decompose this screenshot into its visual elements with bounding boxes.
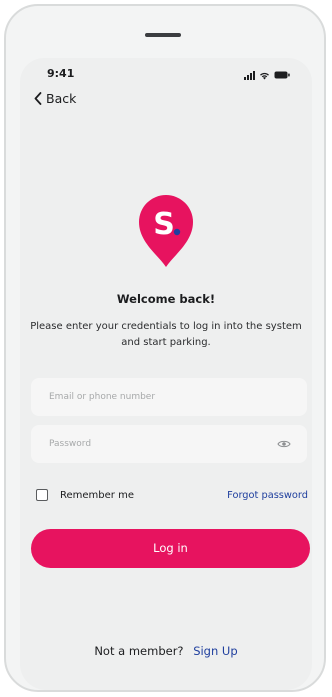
logo-letter: S xyxy=(153,207,175,242)
remember-label: Remember me xyxy=(60,489,134,501)
back-button[interactable]: Back xyxy=(34,91,76,106)
speaker-notch xyxy=(145,33,181,37)
welcome-title: Welcome back! xyxy=(116,292,216,306)
email-input[interactable] xyxy=(47,391,291,403)
chevron-left-icon xyxy=(34,92,42,105)
signal-icon xyxy=(244,70,255,80)
login-button[interactable]: Log in xyxy=(31,529,310,568)
status-time: 9:41 xyxy=(47,67,75,80)
remember-me[interactable]: Remember me xyxy=(36,489,134,501)
password-input[interactable] xyxy=(47,438,271,450)
back-label: Back xyxy=(46,91,77,106)
forgot-password-link[interactable]: Forgot password xyxy=(227,490,308,501)
wifi-icon xyxy=(260,72,269,79)
status-icons xyxy=(244,70,290,80)
battery-icon xyxy=(274,71,290,79)
app-logo: S xyxy=(139,195,193,267)
welcome-subtitle: Please enter your credentials to log in … xyxy=(30,321,302,348)
login-screen: 9:41 Back S Welcome back! Please enter y… xyxy=(20,58,312,690)
eye-icon[interactable] xyxy=(277,439,291,449)
signup-link[interactable]: Sign Up xyxy=(193,644,237,658)
remember-checkbox[interactable] xyxy=(36,489,48,501)
signup-prompt: Not a member? Sign Up xyxy=(20,644,312,658)
email-field[interactable] xyxy=(31,378,307,416)
password-field[interactable] xyxy=(31,425,307,463)
not-member-text: Not a member? xyxy=(94,644,184,658)
